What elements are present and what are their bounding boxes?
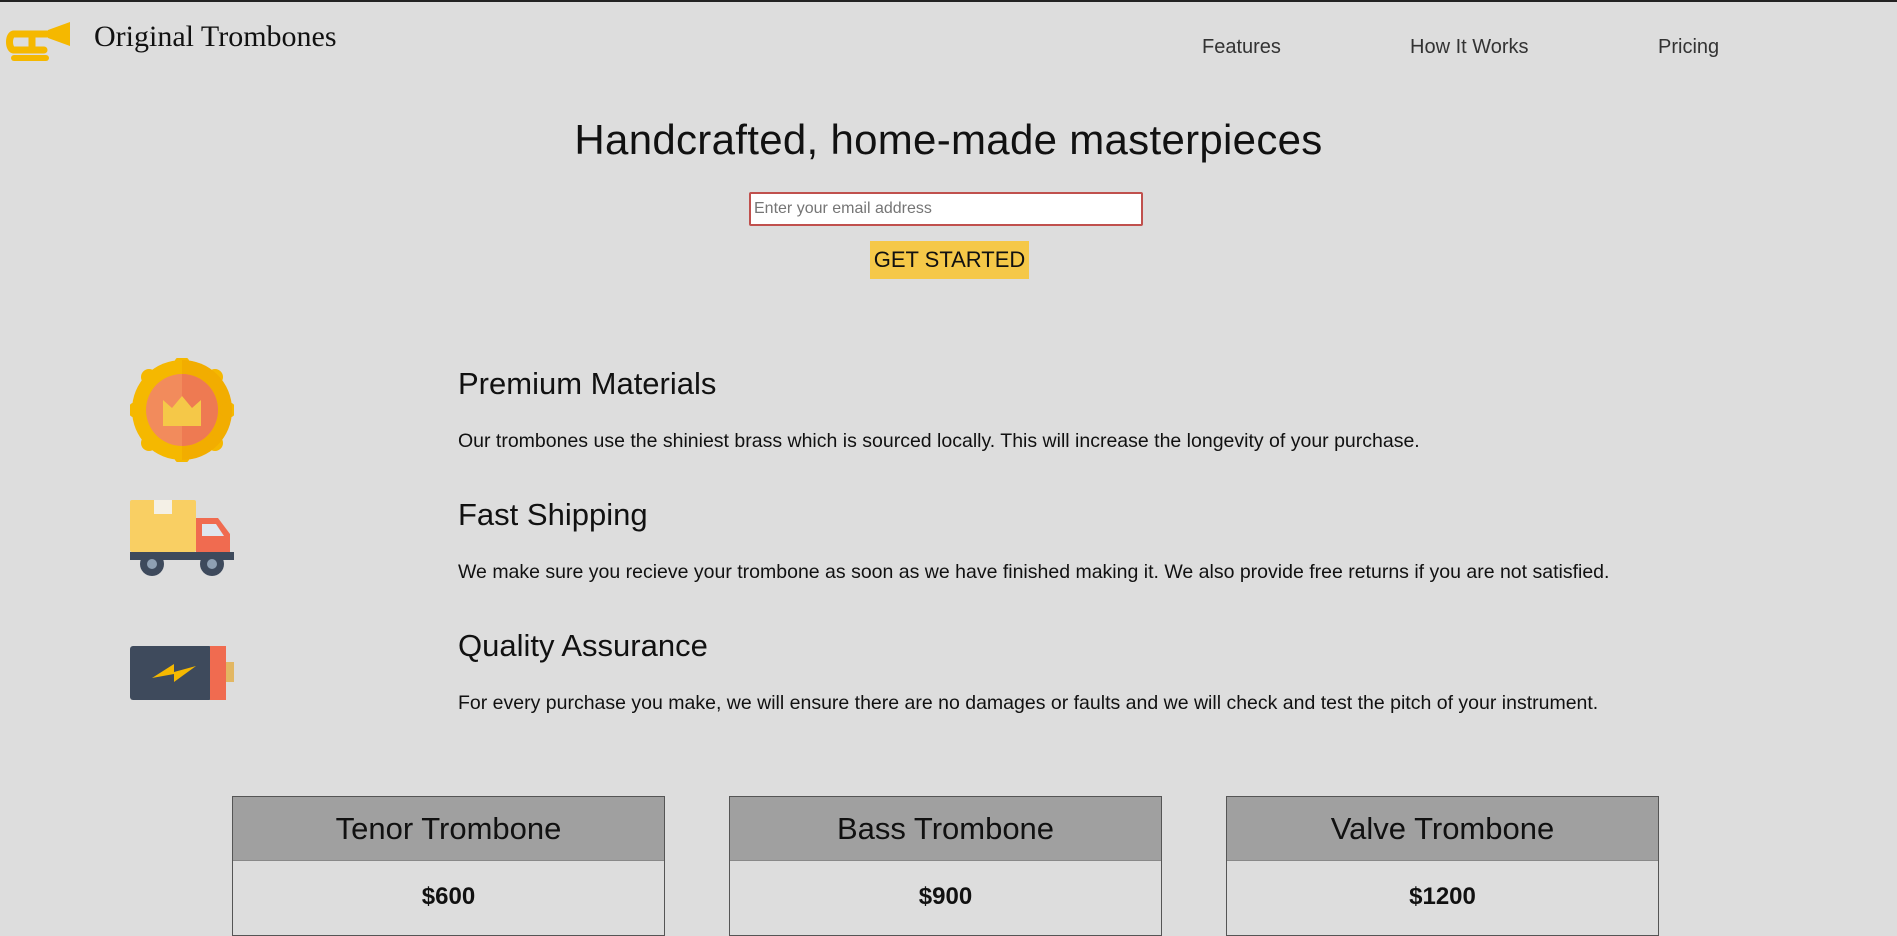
feature-title: Fast Shipping — [458, 497, 648, 532]
feature-title: Premium Materials — [458, 366, 717, 401]
pricing-card-price: $900 — [918, 883, 973, 910]
hero-title: Handcrafted, home-made masterpieces — [574, 116, 1323, 163]
medal-icon — [130, 358, 234, 462]
feature-description: We make sure you recieve your trombone a… — [458, 561, 1610, 583]
pricing-card-bass: Bass Trombone $900 — [729, 796, 1162, 936]
pricing-card-title: Valve Trombone — [1227, 797, 1658, 861]
brand-name[interactable]: Original Trombones — [94, 20, 337, 54]
pricing-card-tenor: Tenor Trombone $600 — [232, 796, 665, 936]
email-input[interactable] — [749, 192, 1143, 226]
trombone-icon[interactable] — [6, 18, 72, 66]
pricing-card-price: $600 — [421, 883, 476, 910]
delivery-truck-icon — [130, 500, 234, 576]
feature-description: For every purchase you make, we will ens… — [458, 692, 1599, 714]
pricing-card-title: Tenor Trombone — [233, 797, 664, 861]
feature-description: Our trombones use the shiniest brass whi… — [458, 430, 1420, 452]
nav-link-pricing[interactable]: Pricing — [1658, 36, 1719, 59]
nav-link-how-it-works[interactable]: How It Works — [1410, 36, 1529, 59]
feature-title: Quality Assurance — [458, 628, 708, 663]
nav-link-features[interactable]: Features — [1202, 36, 1281, 59]
pricing-card-price: $1200 — [1409, 883, 1476, 910]
top-border — [0, 0, 1897, 2]
pricing-card-valve: Valve Trombone $1200 — [1226, 796, 1659, 936]
battery-icon — [130, 646, 234, 700]
pricing-card-title: Bass Trombone — [730, 797, 1161, 861]
get-started-button[interactable]: GET STARTED — [870, 241, 1029, 279]
